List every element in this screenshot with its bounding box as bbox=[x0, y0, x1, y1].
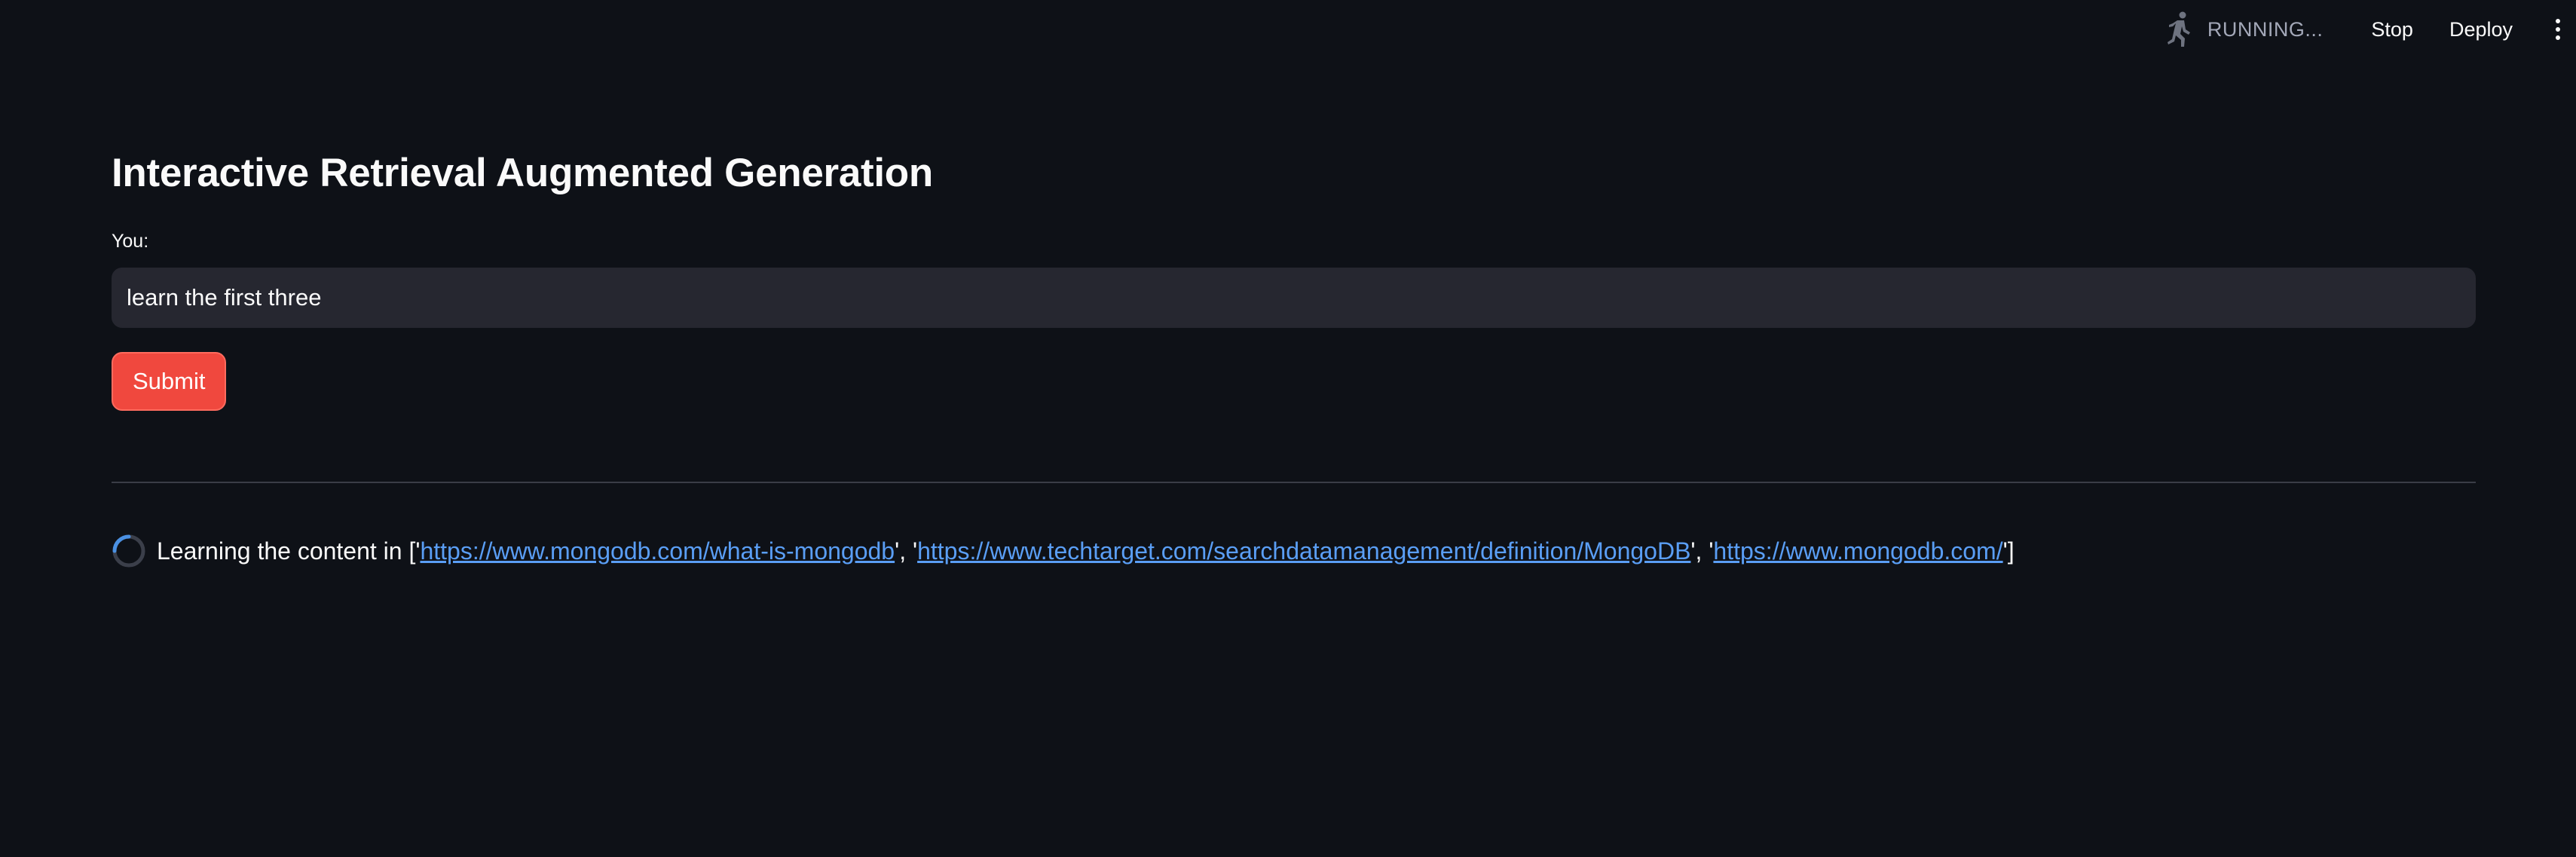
page-title: Interactive Retrieval Augmented Generati… bbox=[112, 151, 933, 195]
deploy-button[interactable]: Deploy bbox=[2431, 12, 2531, 47]
submit-button[interactable]: Submit bbox=[112, 352, 227, 411]
status-prefix: Learning the content in [' bbox=[157, 537, 421, 565]
stop-button[interactable]: Stop bbox=[2353, 12, 2431, 47]
spinner-icon bbox=[112, 534, 146, 568]
message-input[interactable] bbox=[112, 268, 2476, 328]
input-label: You: bbox=[112, 231, 149, 252]
top-toolbar: RUNNING... Stop Deploy bbox=[2164, 0, 2576, 59]
status-message: Learning the content in ['https://www.mo… bbox=[157, 537, 2015, 565]
source-link-3[interactable]: https://www.mongodb.com/ bbox=[1713, 537, 2002, 565]
status-suffix: '] bbox=[2002, 537, 2015, 565]
running-status: RUNNING... bbox=[2164, 11, 2324, 47]
running-man-icon bbox=[2164, 11, 2194, 47]
running-status-text: RUNNING... bbox=[2207, 17, 2324, 41]
status-separator: ', ' bbox=[895, 537, 918, 565]
source-link-1[interactable]: https://www.mongodb.com/what-is-mongodb bbox=[420, 537, 895, 565]
divider bbox=[112, 482, 2476, 483]
main-content: Interactive Retrieval Augmented Generati… bbox=[112, 143, 2476, 568]
status-separator: ', ' bbox=[1690, 537, 1714, 565]
status-row: Learning the content in ['https://www.mo… bbox=[112, 534, 2015, 568]
vertical-dots-icon[interactable] bbox=[2543, 11, 2573, 47]
source-link-2[interactable]: https://www.techtarget.com/searchdataman… bbox=[917, 537, 1690, 565]
